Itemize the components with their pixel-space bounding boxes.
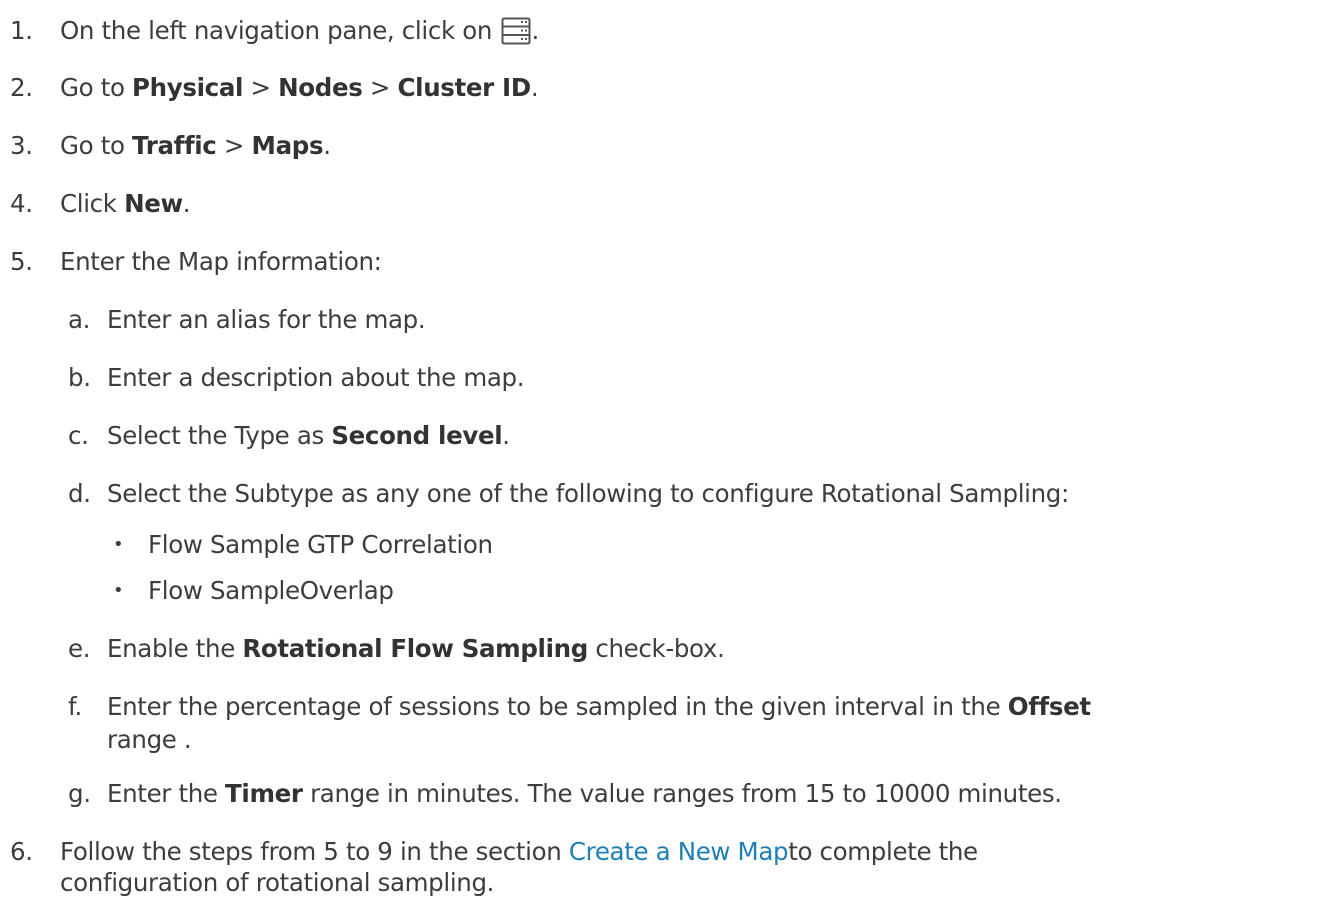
bullet-text: Flow SampleOverlap (148, 576, 394, 605)
substep-text-part: Select the Type as (107, 421, 332, 450)
substep-text: Enter the Timer range in minutes. The va… (107, 779, 1062, 809)
substep-letter: a. (68, 305, 91, 334)
step-text: configuration of rotational sampling. (60, 868, 495, 897)
substep-text-part: Enter the (107, 779, 226, 808)
bullet-icon: • (113, 580, 124, 601)
type-second-level: Second level (331, 421, 503, 450)
step-text: Go to Traffic > Maps. (60, 131, 331, 161)
substep-text-part: Enter the percentage of sessions to be s… (107, 692, 1008, 721)
new-button-label: New (124, 189, 183, 218)
step-text-part: On the left navigation pane, click on (60, 16, 500, 45)
menu-nodes: Nodes (278, 73, 363, 102)
menu-traffic: Traffic (132, 131, 217, 160)
substep-text-period: . (502, 421, 510, 450)
substep-text: Select the Type as Second level. (107, 421, 510, 451)
step-text-period: . (530, 73, 539, 102)
step-number: 5. (10, 247, 33, 276)
offset-label: Offset (1007, 692, 1091, 721)
substep-text: Enter an alias for the map. (107, 305, 426, 334)
substep-letter: d. (68, 479, 91, 508)
breadcrumb-separator: > (243, 73, 279, 102)
rotational-flow-sampling-label: Rotational Flow Sampling (242, 634, 588, 663)
menu-physical: Physical (132, 73, 244, 102)
step-text-part: Go to (60, 131, 133, 160)
create-new-map-link[interactable]: Create a New Map (569, 837, 789, 866)
step-text-part: Click (60, 189, 125, 218)
step-text: Enter the Map information: (60, 247, 382, 276)
breadcrumb-separator: > (362, 73, 398, 102)
step-text-period: . (531, 16, 539, 45)
step-text: Follow the steps from 5 to 9 in the sect… (60, 837, 978, 867)
step-text: Go to Physical > Nodes > Cluster ID. (60, 73, 539, 103)
menu-cluster-id: Cluster ID (397, 73, 532, 102)
substep-letter: f. (68, 692, 82, 721)
step-text: Click New. (60, 189, 191, 219)
substep-letter: g. (68, 779, 91, 808)
step-number: 4. (10, 189, 33, 218)
substep-letter: e. (68, 634, 91, 663)
substep-text: Select the Subtype as any one of the fol… (107, 479, 1069, 508)
step-text-period: . (323, 131, 331, 160)
substep-text-part: range in minutes. The value ranges from … (302, 779, 1062, 808)
menu-maps: Maps (251, 131, 324, 160)
timer-label: Timer (225, 779, 303, 808)
bullet-text: Flow Sample GTP Correlation (148, 530, 493, 559)
breadcrumb-separator: > (216, 131, 252, 160)
substep-text-part: Enable the (107, 634, 243, 663)
step-text-part: to complete the (788, 837, 978, 866)
substep-text-part: check-box. (587, 634, 725, 663)
instruction-document: 1. On the left navigation pane, click on… (0, 0, 1317, 916)
step-text-part: Follow the steps from 5 to 9 in the sect… (60, 837, 569, 866)
step-number: 1. (10, 16, 33, 45)
substep-letter: c. (68, 421, 89, 450)
substep-text: Enter the percentage of sessions to be s… (107, 692, 1091, 722)
step-number: 2. (10, 73, 33, 102)
substep-text: range . (107, 725, 192, 754)
substep-letter: b. (68, 363, 91, 392)
step-text-part: Go to (60, 73, 133, 102)
substep-text: Enable the Rotational Flow Sampling chec… (107, 634, 725, 664)
substep-text: Enter a description about the map. (107, 363, 525, 392)
bullet-icon: • (113, 534, 124, 555)
step-text-period: . (182, 189, 191, 218)
step-number: 6. (10, 837, 33, 866)
server-rack-icon (501, 17, 531, 52)
step-text: On the left navigation pane, click on . (60, 16, 539, 52)
step-number: 3. (10, 131, 33, 160)
